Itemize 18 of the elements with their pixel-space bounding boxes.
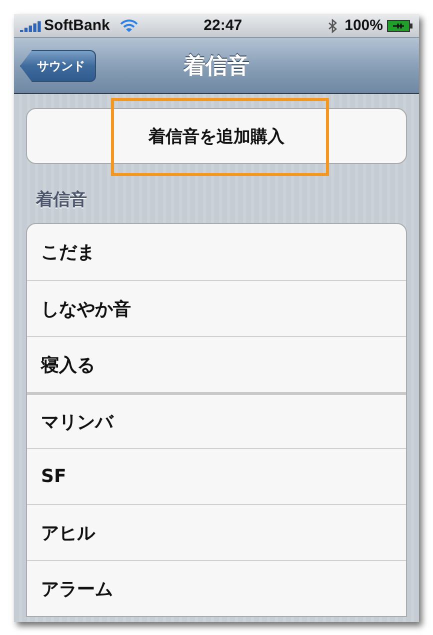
section-header: 着信音 — [34, 189, 88, 212]
battery-icon — [387, 20, 413, 32]
battery-percent: 100% — [344, 17, 383, 34]
carrier-name: SoftBank — [44, 17, 110, 34]
ringtone-row[interactable]: SF — [27, 448, 406, 504]
ringtone-row[interactable]: アヒル — [27, 504, 406, 560]
nav-title: 着信音 — [184, 52, 250, 80]
wifi-icon — [120, 18, 138, 32]
clock-time: 22:47 — [204, 17, 242, 34]
ringtone-row[interactable]: しなやか音 — [27, 280, 406, 336]
back-button[interactable]: サウンド — [20, 50, 96, 82]
bluetooth-icon — [328, 18, 337, 32]
ringtone-row[interactable]: こだま — [27, 224, 406, 280]
purchase-button[interactable]: 着信音を追加購入 — [26, 108, 407, 164]
ringtone-row[interactable]: マリンバ — [27, 392, 406, 448]
signal-icon — [20, 20, 42, 32]
ringtone-row[interactable]: アラーム — [27, 560, 406, 616]
ringtone-row[interactable]: 寝入る — [27, 336, 406, 392]
